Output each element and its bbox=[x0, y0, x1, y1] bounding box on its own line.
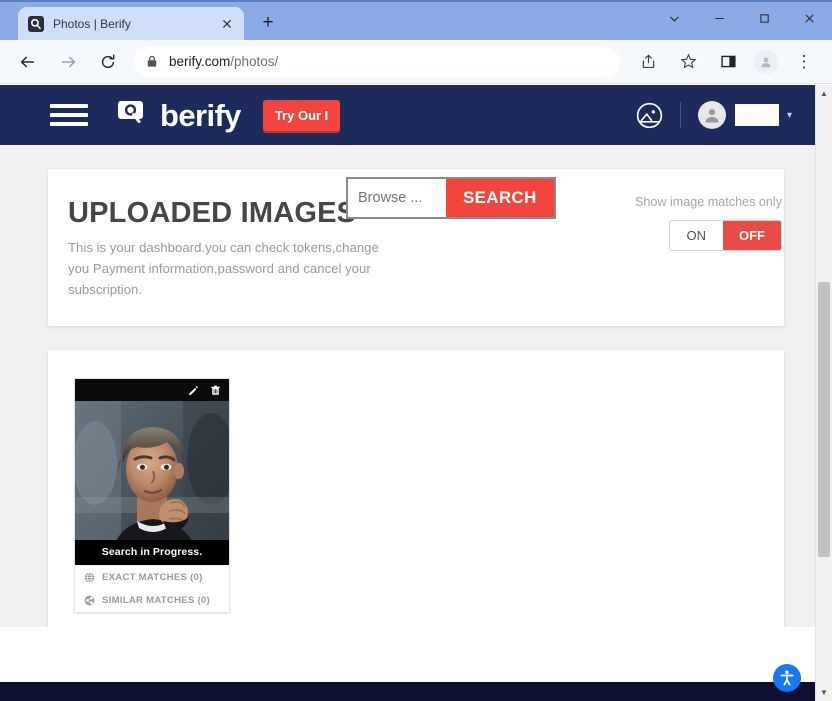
exact-matches-row[interactable]: EXACT MATCHES (0) bbox=[75, 565, 229, 589]
site-header: berify Try Our I ▾ bbox=[0, 85, 832, 145]
share-icon[interactable] bbox=[633, 47, 663, 77]
try-our-button[interactable]: Try Our I bbox=[263, 100, 340, 131]
globe-icon bbox=[84, 572, 95, 583]
search-input[interactable] bbox=[348, 179, 446, 217]
header-right-actions: ▾ bbox=[636, 85, 792, 145]
photo-toolbar bbox=[75, 379, 229, 401]
close-tab-icon[interactable]: ✕ bbox=[218, 15, 236, 33]
lock-icon bbox=[146, 55, 158, 68]
photo-status-label: Search in Progress. bbox=[75, 540, 229, 565]
uploaded-images-gallery: Search in Progress. EXACT MATCHES (0) SI… bbox=[48, 350, 784, 641]
image-icon[interactable] bbox=[636, 102, 663, 129]
similar-matches-row[interactable]: SIMILAR MATCHES (0) bbox=[75, 589, 229, 612]
image-matches-toggle-area: Show image matches only ON OFF bbox=[635, 195, 782, 251]
page-scrollbar[interactable]: ▲ ▼ bbox=[815, 85, 832, 701]
brand-name: berify bbox=[160, 100, 241, 131]
window-controls bbox=[652, 2, 832, 34]
berify-logo-icon bbox=[117, 96, 151, 135]
side-panel-icon[interactable] bbox=[713, 47, 743, 77]
chevron-down-icon[interactable]: ▾ bbox=[787, 110, 792, 121]
reload-button[interactable] bbox=[93, 47, 123, 77]
toggle-off-option[interactable]: OFF bbox=[723, 221, 781, 250]
address-bar[interactable]: berify.com/photos/ bbox=[134, 47, 620, 77]
tab-strip: Photos | Berify ✕ + bbox=[0, 0, 832, 40]
pencil-icon[interactable] bbox=[187, 384, 200, 397]
bookmark-star-icon[interactable] bbox=[673, 47, 703, 77]
toggle-on-option[interactable]: ON bbox=[670, 221, 724, 250]
accessibility-icon[interactable] bbox=[773, 664, 801, 692]
browser-menu-icon[interactable]: ⋮ bbox=[789, 47, 819, 77]
scrollbar-track[interactable] bbox=[816, 102, 832, 684]
scrollbar-thumb[interactable] bbox=[818, 282, 830, 557]
profile-icon[interactable] bbox=[754, 50, 778, 74]
header-divider bbox=[680, 102, 681, 128]
back-button[interactable] bbox=[13, 47, 43, 77]
user-name-field[interactable] bbox=[735, 104, 779, 126]
toggle-label: Show image matches only bbox=[635, 195, 782, 209]
toolbar-actions: ⋮ bbox=[628, 47, 824, 77]
scroll-down-button[interactable]: ▼ bbox=[816, 684, 832, 701]
scroll-up-button[interactable]: ▲ bbox=[816, 85, 832, 102]
url-path: /photos/ bbox=[230, 54, 278, 69]
browser-toolbar: berify.com/photos/ ⋮ bbox=[0, 40, 832, 84]
trash-icon[interactable] bbox=[209, 384, 222, 397]
url-domain: berify.com bbox=[169, 54, 230, 69]
page-viewport: berify Try Our I ▾ SEARCH bbox=[0, 85, 832, 701]
similar-matches-label: SIMILAR MATCHES (0) bbox=[102, 595, 210, 606]
forward-button[interactable] bbox=[53, 47, 83, 77]
page-subtitle: This is your dashboard.you can check tok… bbox=[68, 237, 388, 300]
browser-tab[interactable]: Photos | Berify ✕ bbox=[18, 7, 244, 40]
berify-search-icon bbox=[28, 16, 44, 32]
minimize-button[interactable] bbox=[697, 2, 742, 34]
share-nodes-icon bbox=[84, 595, 95, 606]
user-avatar-icon[interactable] bbox=[698, 101, 726, 129]
photo-card[interactable]: Search in Progress. EXACT MATCHES (0) SI… bbox=[74, 378, 230, 613]
close-window-button[interactable] bbox=[787, 2, 832, 34]
brand-logo[interactable]: berify bbox=[117, 96, 241, 135]
image-matches-toggle[interactable]: ON OFF bbox=[669, 220, 783, 251]
tab-title: Photos | Berify bbox=[53, 17, 218, 31]
page-bottom-area bbox=[0, 627, 832, 682]
exact-matches-label: EXACT MATCHES (0) bbox=[102, 572, 203, 583]
maximize-button[interactable] bbox=[742, 2, 787, 34]
search-button[interactable]: SEARCH bbox=[446, 179, 554, 217]
hamburger-icon[interactable] bbox=[50, 104, 88, 126]
browser-window: Photos | Berify ✕ + bbox=[0, 0, 832, 701]
tab-search-icon[interactable] bbox=[652, 2, 697, 34]
photo-thumbnail[interactable]: Search in Progress. bbox=[75, 401, 229, 565]
new-tab-button[interactable]: + bbox=[254, 9, 282, 37]
page-content: UPLOADED IMAGES This is your dashboard.y… bbox=[0, 169, 832, 641]
site-footer bbox=[0, 682, 832, 701]
search-group: SEARCH bbox=[346, 177, 556, 219]
url-text: berify.com/photos/ bbox=[169, 54, 278, 69]
